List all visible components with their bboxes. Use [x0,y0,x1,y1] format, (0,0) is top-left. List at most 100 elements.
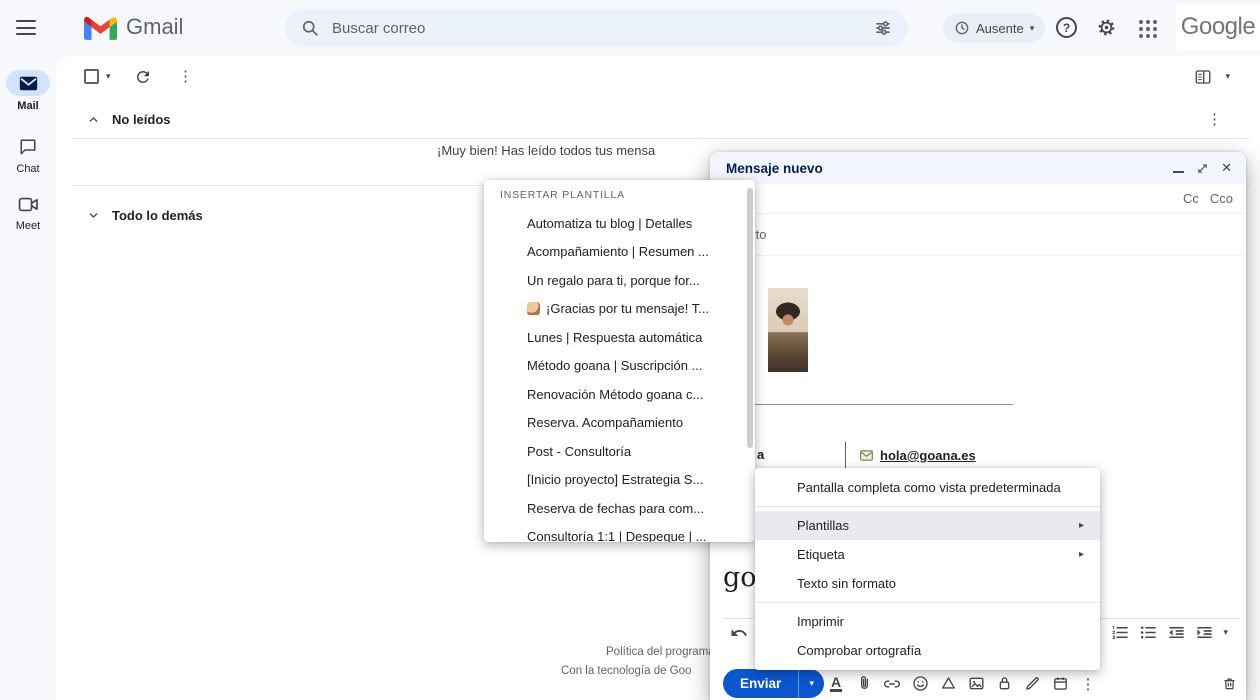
main-menu-icon[interactable] [16,20,36,35]
google-wordmark: Google [1181,13,1255,41]
scrollbar-thumb[interactable] [747,188,753,448]
google-apps-icon[interactable] [1139,20,1157,38]
signature-email-link[interactable]: hola@goana.es [880,448,976,463]
sidebar-item-meet[interactable]: Meet [0,192,56,232]
cc-toggle[interactable]: Cc [1183,191,1199,206]
signature-photo [768,288,808,372]
bulleted-list-icon[interactable] [1139,623,1158,642]
template-item[interactable]: Post - Consultoría [484,437,755,466]
help-icon[interactable]: ? [1056,17,1077,38]
section-more-icon[interactable]: ⋮ [1207,110,1222,128]
gmail-window: ▾ ⋮ ▾ No leídos ⋮ ¡Muy bien! Has leído t… [0,0,1260,700]
rail-label-chat: Chat [16,163,39,175]
reading-pane-icon[interactable] [1194,68,1212,86]
bcc-toggle[interactable]: Cco [1210,191,1233,206]
template-item[interactable]: ¡Gracias por tu mensaje! T... [484,295,755,324]
confidential-lock-icon[interactable] [990,674,1018,693]
insert-link-icon[interactable] [878,674,906,694]
submenu-arrow-icon: ▸ [1079,520,1084,531]
template-item[interactable]: Método goana | Suscripción ... [484,352,755,381]
expand-icon[interactable] [1197,163,1208,174]
menu-item-etiqueta[interactable]: Etiqueta ▸ [755,540,1100,569]
recipients-row[interactable]: Para Cc Cco [710,184,1246,214]
insert-emoji-icon[interactable] [906,674,934,693]
chat-icon [19,138,37,156]
select-options-caret[interactable]: ▾ [106,72,111,81]
template-item[interactable]: Automatiza tu blog | Detalles [484,209,755,238]
send-button[interactable]: Enviar [723,669,798,698]
sidebar-item-chat[interactable]: Chat [0,135,56,175]
caret-down-icon: ▾ [810,679,815,688]
template-item[interactable]: Reserva. Acompañamiento [484,409,755,438]
mail-icon [19,76,38,91]
search-bar[interactable]: Buscar correo [285,9,908,47]
search-input[interactable]: Buscar correo [332,20,861,37]
meet-icon [18,196,39,213]
formatting-options-icon[interactable]: A [822,675,850,692]
compose-more-options-menu: Pantalla completa como vista predetermin… [755,468,1100,670]
menu-item-label: Texto sin formato [797,576,896,591]
sidebar-item-mail[interactable]: Mail [0,70,56,112]
program-policy-link[interactable]: Política del programa [606,646,715,658]
away-clock-icon [954,20,970,36]
send-label: Enviar [740,676,781,691]
select-all-checkbox[interactable] [84,69,99,84]
template-item[interactable]: Un regalo para ti, porque for... [484,266,755,295]
template-item[interactable]: Renovación Método goana c... [484,380,755,409]
calendar-icon[interactable] [1046,674,1074,693]
template-item[interactable]: Acompañamiento | Resumen ... [484,238,755,267]
status-label: Ausente [976,21,1024,36]
search-filter-icon[interactable] [873,18,893,38]
template-item[interactable]: Reserva de fechas para com... [484,494,755,523]
refresh-icon[interactable] [134,68,152,86]
numbered-list-icon[interactable] [1111,623,1130,642]
signature-divider [725,404,1013,405]
template-item[interactable]: Consultoría 1:1 | Despegue | ... [484,523,755,543]
minimize-icon[interactable] [1173,171,1184,173]
list-more-icon[interactable]: ⋮ [178,67,193,85]
attach-file-icon[interactable] [850,674,878,693]
menu-item-label: Etiqueta [797,547,845,562]
indent-decrease-icon[interactable] [1167,623,1186,642]
menu-item-label: Plantillas [797,518,849,533]
menu-divider [755,602,1100,603]
discard-draft-icon[interactable] [1221,674,1238,693]
active-pill [6,70,50,96]
signature-pen-icon[interactable] [1018,674,1046,693]
insert-template-menu: INSERTAR PLANTILLA Automatiza tu blog | … [484,180,755,542]
more-options-icon[interactable]: ⋮ [1074,675,1102,693]
section-everything-else-label: Todo lo demás [112,208,203,223]
undo-icon[interactable] [730,624,748,642]
gmail-m-icon [84,15,117,40]
menu-item-texto-sin-formato[interactable]: Texto sin formato [755,569,1100,598]
template-item[interactable]: Lunes | Respuesta automática [484,323,755,352]
rail-label-meet: Meet [16,220,40,232]
close-icon[interactable]: ✕ [1221,160,1232,176]
send-options-caret[interactable]: ▾ [798,669,824,698]
template-item[interactable]: [Inicio proyecto] Estrategia S... [484,466,755,495]
status-chip[interactable]: Ausente ▾ [943,13,1045,43]
menu-item-label: Comprobar ortografía [797,643,921,658]
rail-label-mail: Mail [17,100,38,112]
gmail-wordmark: Gmail [126,14,183,40]
settings-gear-icon[interactable] [1096,17,1117,38]
search-icon[interactable] [300,18,320,38]
help-glyph: ? [1063,21,1070,35]
all-read-message: ¡Muy bien! Has leído todos tus mensa [437,143,710,158]
more-formatting-caret[interactable]: ▾ [1223,628,1228,637]
compose-header[interactable]: Mensaje nuevo ✕ [710,152,1246,184]
gmail-logo[interactable]: Gmail [84,14,183,40]
section-unread-label: No leídos [112,112,171,127]
menu-item-imprimir[interactable]: Imprimir [755,607,1100,636]
subject-row[interactable]: Asunto [710,214,1246,256]
compose-title: Mensaje nuevo [726,161,823,176]
menu-item-comprobar-ortografia[interactable]: Comprobar ortografía [755,636,1100,665]
drive-icon[interactable] [934,674,962,693]
indent-increase-icon[interactable] [1195,623,1214,642]
template-item-label: ¡Gracias por tu mensaje! T... [546,301,709,316]
reading-pane-caret[interactable]: ▾ [1225,72,1230,81]
section-unread[interactable]: No leídos ⋮ [56,106,1260,132]
insert-image-icon[interactable] [962,674,990,693]
menu-item-fullscreen-default[interactable]: Pantalla completa como vista predetermin… [755,473,1100,502]
menu-item-plantillas[interactable]: Plantillas ▸ [755,511,1100,540]
